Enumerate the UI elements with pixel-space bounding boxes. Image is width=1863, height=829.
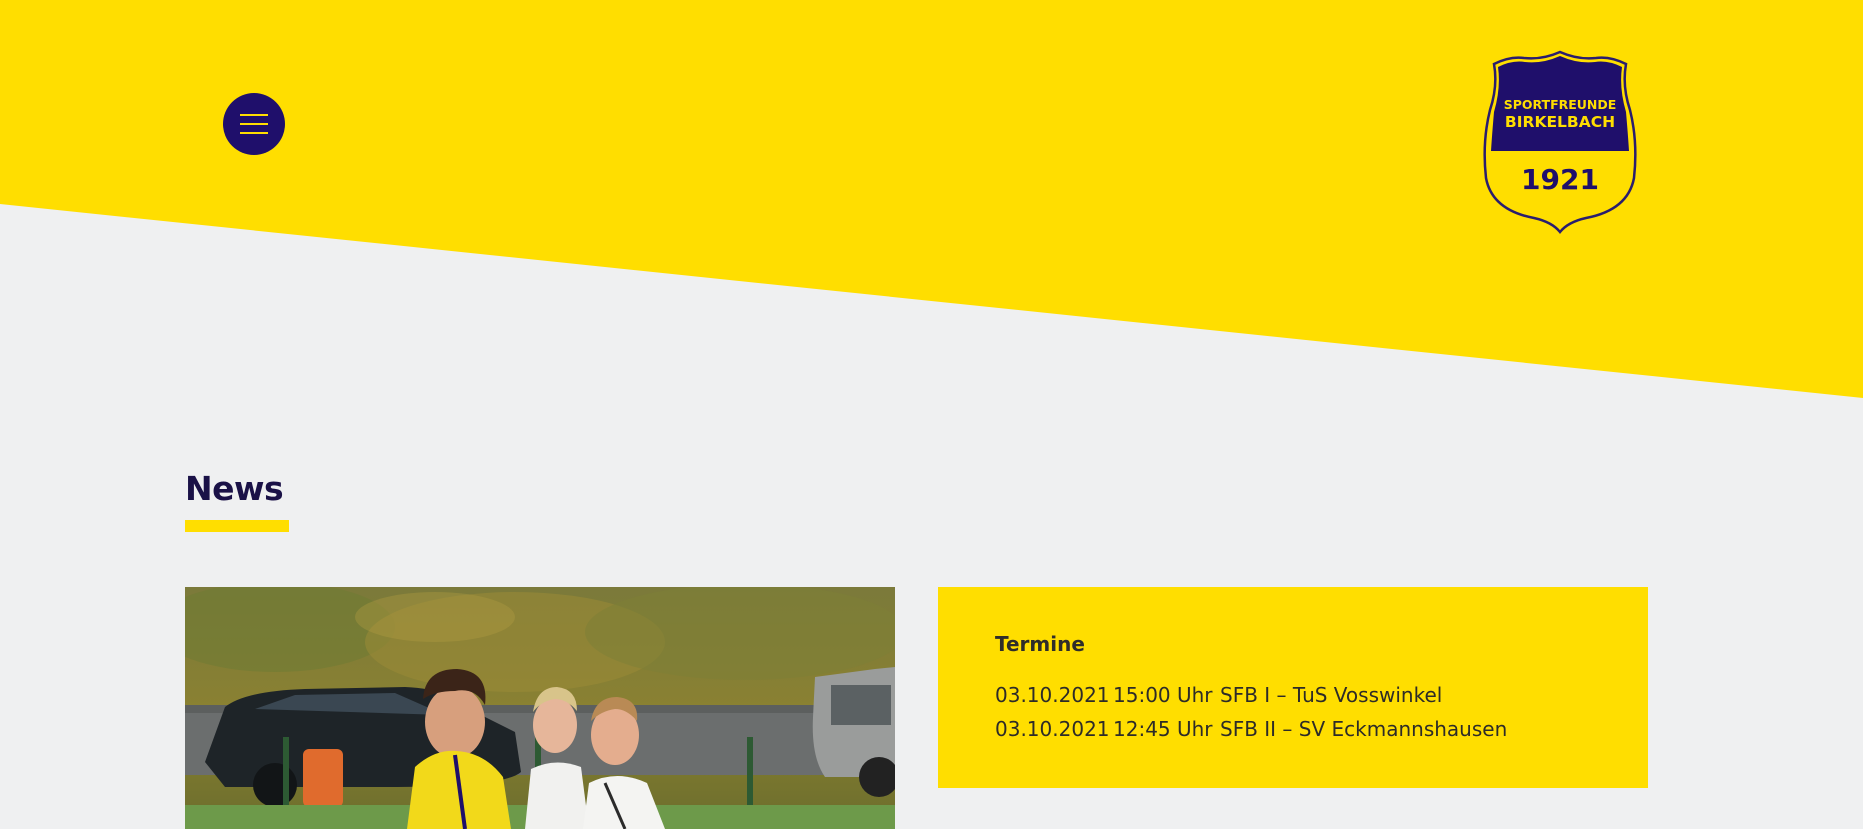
club-logo[interactable]: SPORTFREUNDE BIRKELBACH 1921 <box>1480 50 1640 236</box>
news-section-heading: News <box>185 468 289 532</box>
event-time: 12:45 Uhr <box>1113 717 1213 741</box>
menu-button[interactable] <box>223 93 285 155</box>
event-date: 03.10.2021 <box>995 717 1110 741</box>
news-title: News <box>185 469 284 508</box>
event-match[interactable]: SFB I – TuS Vosswinkel <box>1220 678 1442 712</box>
logo-line2: BIRKELBACH <box>1505 113 1615 131</box>
event-time: 15:00 Uhr <box>1113 683 1213 707</box>
news-article-photo[interactable] <box>185 587 895 829</box>
termine-event-row[interactable]: 03.10.2021 15:00 Uhr SFB I – TuS Vosswin… <box>995 678 1591 712</box>
termine-title: Termine <box>995 632 1085 656</box>
event-date: 03.10.2021 <box>995 683 1110 707</box>
termine-card: Termine 03.10.2021 15:00 Uhr SFB I – TuS… <box>938 587 1648 788</box>
logo-line1: SPORTFREUNDE <box>1504 97 1617 112</box>
page: SPORTFREUNDE BIRKELBACH 1921 News Termin… <box>0 0 1863 829</box>
termine-event-row[interactable]: 03.10.2021 12:45 Uhr SFB II – SV Eckmann… <box>995 712 1591 746</box>
hamburger-icon <box>240 114 268 134</box>
event-match[interactable]: SFB II – SV Eckmannshausen <box>1220 712 1507 746</box>
logo-year: 1921 <box>1521 163 1599 196</box>
news-title-underline <box>185 520 289 532</box>
